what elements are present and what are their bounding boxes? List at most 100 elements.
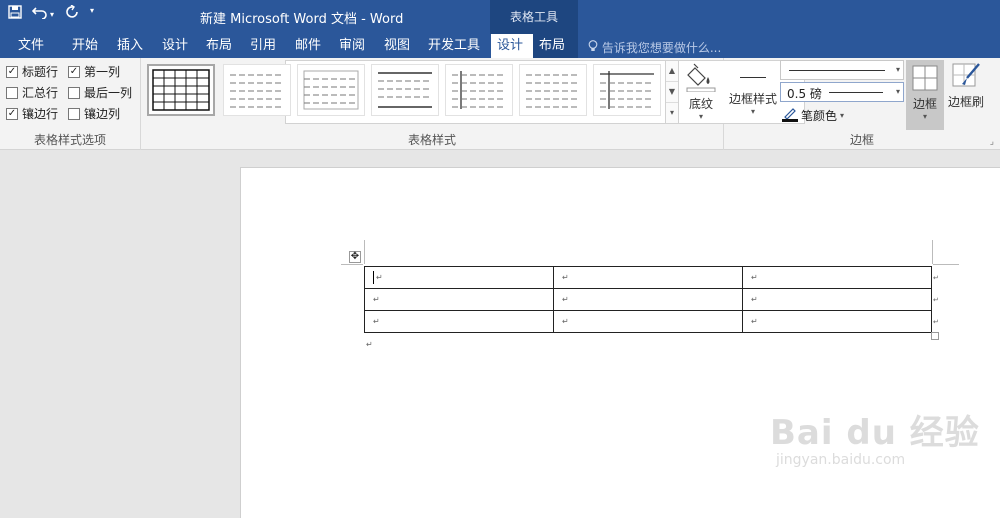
banded-columns-option[interactable]: 镶边列 [68,105,120,122]
scroll-down-icon[interactable]: ▼ [666,82,678,103]
table-style-grid[interactable] [147,64,215,116]
table-style-plain-3[interactable] [371,64,439,116]
row-end-mark: ↵ [933,318,939,326]
borders-dropdown-icon[interactable]: ▾ [906,112,944,121]
document-area: ✥ ↵ ↵ ↵ ↵ ↵ ↵ ↵ ↵ ↵ ↵ ↵ ↵ ↵ Bai du 经验 ji… [0,151,1000,518]
undo-icon[interactable] [31,5,48,23]
table-cell[interactable]: ↵ [553,288,743,311]
checkbox-unchecked-icon[interactable] [68,86,80,99]
tab-file[interactable]: 文件 [12,34,50,58]
table-cell[interactable]: ↵ [364,266,554,289]
checkbox-unchecked-icon[interactable] [6,86,18,99]
tab-layout[interactable]: 布局 [200,34,238,58]
border-styles-button[interactable]: 边框样式 ▾ [726,64,780,116]
shading-label: 底纹 [688,97,713,111]
crop-mark [364,240,365,264]
checkbox-unchecked-icon[interactable] [68,107,80,120]
tab-view[interactable]: 视图 [378,34,416,58]
table-row: ↵ ↵ ↵ [364,288,932,311]
ribbon-tabs: 文件 开始 插入 设计 布局 引用 邮件 审阅 视图 开发工具 设计 布局 告诉… [0,34,1000,59]
borders-label: 边框 [912,97,937,111]
ribbon: ✓ 标题行 ✓ 第一列 汇总行 最后一列 ✓ 镶边行 镶边列 表格样式选项 ▲ … [0,58,1000,150]
table-cell[interactable]: ↵ [742,310,932,333]
table-styles-label: 表格样式 [407,133,456,147]
baidu-watermark: Bai du 经验 jingyan.baidu.com [770,405,980,468]
total-row-option[interactable]: 汇总行 [6,84,58,101]
save-icon[interactable] [8,5,22,23]
tab-design[interactable]: 设计 [156,34,194,58]
redo-icon[interactable] [66,4,80,23]
line-style-icon [726,64,780,90]
table-style-options-group: ✓ 标题行 ✓ 第一列 汇总行 最后一列 ✓ 镶边行 镶边列 表格样式选项 [0,58,141,150]
tab-developer[interactable]: 开发工具 [422,34,486,58]
document-table[interactable]: ↵ ↵ ↵ ↵ ↵ ↵ ↵ ↵ ↵ [364,266,932,333]
table-resize-handle[interactable] [931,332,939,340]
tab-review[interactable]: 审阅 [333,34,371,58]
customize-icon[interactable]: ▾ [90,6,94,15]
table-tools-group: 表格工具 [490,0,578,34]
table-row: ↵ ↵ ↵ [364,266,932,289]
border-painter-button[interactable]: 边框刷 [946,62,986,110]
border-painter-icon [951,63,981,93]
border-styles-label: 边框样式 [728,92,777,106]
banded-rows-option[interactable]: ✓ 镶边行 [6,105,58,122]
table-styles-group: ▲ ▼ ▾ 底纹 ▾ 表格样式 [141,58,805,150]
shading-dropdown-icon[interactable]: ▾ [683,112,719,121]
paint-bucket-icon [685,63,717,95]
table-style-plain-4[interactable] [445,64,513,116]
line-weight-preview [829,92,883,93]
crop-mark [932,240,933,264]
table-cell[interactable]: ↵ [742,266,932,289]
table-style-plain-5[interactable] [519,64,587,116]
tab-insert[interactable]: 插入 [111,34,149,58]
tab-home[interactable]: 开始 [66,34,104,58]
watermark-brand: Bai du 经验 [770,413,980,453]
gallery-more-icon[interactable]: ▾ [666,103,678,123]
tell-me-text: 告诉我您想要做什么... [601,41,722,55]
table-move-handle-icon[interactable]: ✥ [349,251,361,263]
crop-mark [341,264,363,265]
row-end-mark: ↵ [933,274,939,282]
header-row-option[interactable]: ✓ 标题行 [6,63,58,80]
border-styles-dropdown-icon[interactable]: ▾ [726,107,780,116]
text-cursor [373,271,374,284]
line-style-select[interactable]: ▾ [780,60,904,80]
tell-me-box[interactable]: 告诉我您想要做什么... [588,39,721,56]
table-cell[interactable]: ↵ [553,310,743,333]
shading-button[interactable]: 底纹 ▾ [683,62,719,121]
line-style-preview [789,70,885,71]
table-cell[interactable]: ↵ [364,288,554,311]
table-style-plain-1[interactable] [223,64,291,116]
lightbulb-icon [588,40,602,55]
first-column-option[interactable]: ✓ 第一列 [68,63,120,80]
table-cell[interactable]: ↵ [742,288,932,311]
pen-color-dropdown-icon[interactable]: ▾ [840,111,844,120]
undo-dropdown-icon[interactable]: ▾ [50,10,54,19]
border-painter-label: 边框刷 [947,95,984,109]
table-cell[interactable]: ↵ [364,310,554,333]
pen-color-icon [782,106,798,125]
chevron-down-icon: ▾ [895,87,900,96]
line-weight-value: 0.5 磅 [787,87,822,101]
checkbox-checked-icon[interactable]: ✓ [68,65,80,78]
gallery-scroll[interactable]: ▲ ▼ ▾ [665,60,679,124]
table-style-options-label: 表格样式选项 [33,133,106,147]
tab-mailings[interactable]: 邮件 [289,34,327,58]
borders-group: 边框样式 ▾ ▾ 0.5 磅 ▾ 笔颜色 ▾ 边框 ▾ 边框刷 边框 ⌟ [724,58,1000,150]
borders-button[interactable]: 边框 ▾ [906,60,944,130]
tab-references[interactable]: 引用 [244,34,282,58]
row-end-mark: ↵ [933,296,939,304]
line-weight-select[interactable]: 0.5 磅 ▾ [780,82,904,102]
table-cell[interactable]: ↵ [553,266,743,289]
checkbox-checked-icon[interactable]: ✓ [6,65,18,78]
pen-color-button[interactable]: 笔颜色 ▾ [782,106,844,125]
tab-table-design[interactable]: 设计 [491,34,533,59]
dialog-launcher-icon[interactable]: ⌟ [990,137,994,147]
table-row: ↵ ↵ ↵ [364,310,932,333]
table-style-plain-6[interactable] [593,64,661,116]
checkbox-checked-icon[interactable]: ✓ [6,107,18,120]
scroll-up-icon[interactable]: ▲ [666,61,678,82]
tab-table-layout[interactable]: 布局 [533,34,578,58]
last-column-option[interactable]: 最后一列 [68,84,132,101]
table-style-plain-2[interactable] [297,64,365,116]
